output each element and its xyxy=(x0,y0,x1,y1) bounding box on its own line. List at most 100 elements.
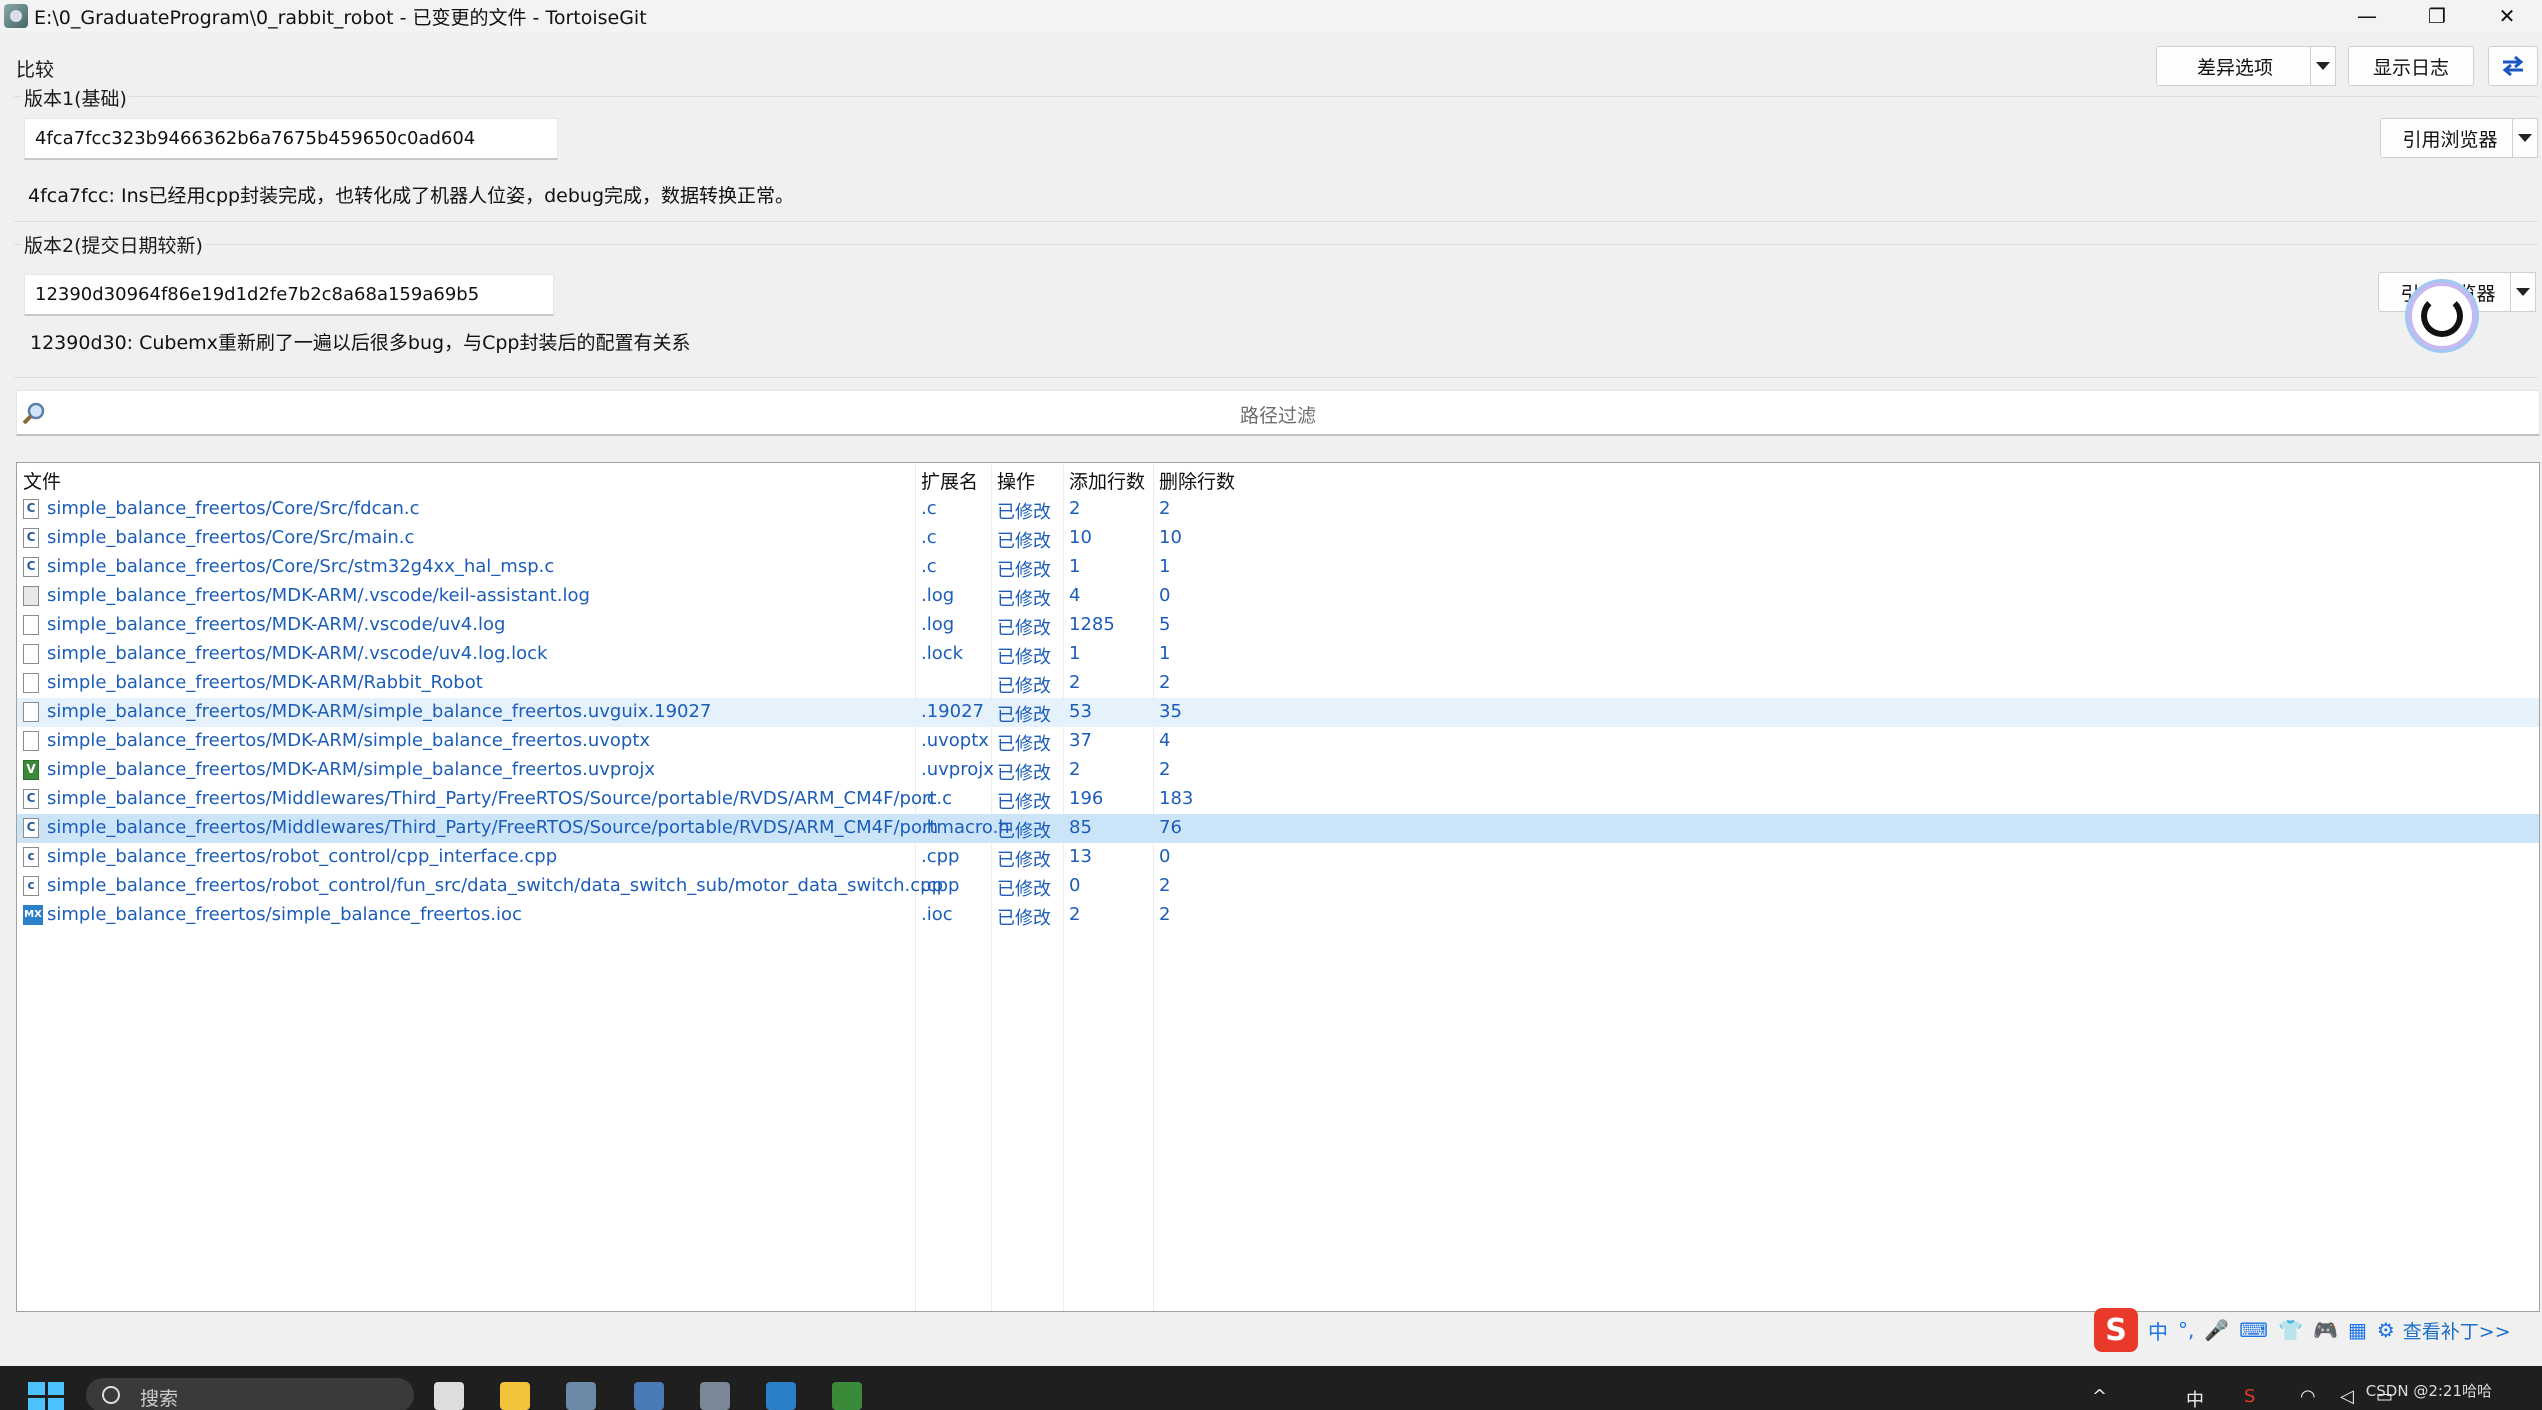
view-patch-link[interactable]: 查看补丁>> xyxy=(2403,1317,2511,1344)
cell-file: simple_balance_freertos/robot_control/cp… xyxy=(47,846,558,867)
file-type-icon: C xyxy=(23,818,39,838)
ime-toolbox-icon[interactable]: ▦ xyxy=(2348,1318,2367,1342)
table-row[interactable]: simple_balance_freertos/MDK-ARM/Rabbit_R… xyxy=(17,669,2539,698)
cell-action: 已修改 xyxy=(997,705,1051,726)
task-view-icon[interactable] xyxy=(434,1382,464,1410)
cell-deleted: 2 xyxy=(1159,672,1171,693)
cell-ext: .uvprojx xyxy=(921,759,994,780)
header-lines-deleted[interactable]: 删除行数 xyxy=(1159,467,1235,494)
tortoisegit-taskbar-icon[interactable] xyxy=(566,1382,596,1410)
cell-added: 53 xyxy=(1069,701,1092,722)
ime-chinese-mode[interactable]: 中 xyxy=(2148,1316,2168,1345)
cell-action: 已修改 xyxy=(997,908,1051,929)
cell-deleted: 2 xyxy=(1159,498,1171,519)
cell-file: simple_balance_freertos/Middlewares/Thir… xyxy=(47,817,1010,838)
cell-file: simple_balance_freertos/simple_balance_f… xyxy=(47,904,522,925)
table-row[interactable]: Csimple_balance_freertos/Middlewares/Thi… xyxy=(17,785,2539,814)
cell-action: 已修改 xyxy=(997,792,1051,813)
changed-files-list[interactable]: 文件 扩展名 操作 添加行数 删除行数 Csimple_balance_free… xyxy=(16,462,2540,1312)
cell-file: simple_balance_freertos/Core/Src/main.c xyxy=(47,527,415,548)
cell-added: 1285 xyxy=(1069,614,1115,635)
tray-sogou-icon[interactable]: S xyxy=(2244,1386,2255,1407)
table-row[interactable]: c simple_balance_freertos/robot_control/c… xyxy=(17,843,2539,872)
tortoisegit-icon xyxy=(4,4,28,28)
cell-deleted: 2 xyxy=(1159,875,1171,896)
path-filter-placeholder: 路径过滤 xyxy=(1239,405,1316,427)
close-button[interactable]: ✕ xyxy=(2472,0,2542,32)
taskbar: 搜索 ^ 中 S ◠ ◁ ▭ CSDN @2:21哈哈 xyxy=(0,1366,2542,1410)
list-header: 文件 扩展名 操作 添加行数 删除行数 xyxy=(17,463,2539,493)
version1-title: 版本1(基础) xyxy=(22,84,129,111)
cell-deleted: 5 xyxy=(1159,614,1171,635)
header-lines-added[interactable]: 添加行数 xyxy=(1069,467,1145,494)
diff-options-dropdown-icon[interactable] xyxy=(2310,46,2336,86)
cell-ext: .c xyxy=(921,498,937,519)
wifi-icon[interactable]: ◠ xyxy=(2300,1386,2316,1407)
version1-ref-browser-dropdown-icon[interactable] xyxy=(2512,118,2538,158)
ime-keyboard-icon[interactable]: ⌨ xyxy=(2239,1318,2268,1342)
show-log-button[interactable]: 显示日志 xyxy=(2348,46,2474,86)
ime-skin-icon[interactable]: 👕 xyxy=(2278,1318,2303,1342)
cell-added: 10 xyxy=(1069,527,1092,548)
taskbar-search[interactable]: 搜索 xyxy=(86,1378,414,1410)
table-row[interactable]: simple_balance_freertos/MDK-ARM/simple_b… xyxy=(17,698,2539,727)
version1-hash-input[interactable] xyxy=(24,118,558,160)
file-type-icon: V xyxy=(23,760,39,780)
ime-game-icon[interactable]: 🎮 xyxy=(2313,1318,2338,1342)
windows-start-icon[interactable] xyxy=(28,1382,64,1410)
header-file[interactable]: 文件 xyxy=(23,467,61,494)
header-extension[interactable]: 扩展名 xyxy=(921,467,978,494)
cell-deleted: 1 xyxy=(1159,556,1171,577)
volume-icon[interactable]: ◁ xyxy=(2340,1386,2354,1407)
cell-action: 已修改 xyxy=(997,676,1051,697)
cell-ext: .19027 xyxy=(921,701,984,722)
floating-assistant-icon[interactable] xyxy=(2408,282,2476,350)
table-row[interactable]: simple_balance_freertos/MDK-ARM/simple_b… xyxy=(17,727,2539,756)
cell-deleted: 4 xyxy=(1159,730,1171,751)
file-type-icon xyxy=(23,644,39,664)
ime-microphone-icon[interactable]: 🎤 xyxy=(2204,1318,2229,1342)
table-row[interactable]: Csimple_balance_freertos/Core/Src/stm32g… xyxy=(17,553,2539,582)
settings-icon[interactable] xyxy=(700,1382,730,1410)
table-row[interactable]: Csimple_balance_freertos/Middlewares/Thi… xyxy=(17,814,2539,843)
restore-button[interactable]: ❐ xyxy=(2402,0,2472,32)
table-row[interactable]: MX simple_balance_freertos/simple_balance… xyxy=(17,901,2539,930)
cell-deleted: 2 xyxy=(1159,904,1171,925)
ime-punctuation-icon[interactable]: °, xyxy=(2178,1318,2194,1342)
table-row[interactable]: simple_balance_freertos/MDK-ARM/.vscode/… xyxy=(17,582,2539,611)
cell-file: simple_balance_freertos/MDK-ARM/.vscode/… xyxy=(47,585,590,606)
file-type-icon: c xyxy=(23,847,39,867)
header-action[interactable]: 操作 xyxy=(997,467,1035,494)
stm32cubemx-icon[interactable] xyxy=(766,1382,796,1410)
title-bar: E:\0_GraduateProgram\0_rabbit_robot - 已变… xyxy=(0,0,2542,32)
file-explorer-icon[interactable] xyxy=(500,1382,530,1410)
version1-ref-browser-button[interactable]: 引用浏览器 xyxy=(2380,118,2520,158)
table-row[interactable]: simple_balance_freertos/MDK-ARM/.vscode/… xyxy=(17,640,2539,669)
cell-added: 13 xyxy=(1069,846,1092,867)
ime-settings-icon[interactable]: ⚙ xyxy=(2377,1318,2395,1342)
calculator-icon[interactable] xyxy=(634,1382,664,1410)
diff-options-button[interactable]: 差异选项 xyxy=(2156,46,2314,86)
keil-icon[interactable] xyxy=(832,1382,862,1410)
file-type-icon: C xyxy=(23,499,39,519)
table-row[interactable]: simple_balance_freertos/MDK-ARM/.vscode/… xyxy=(17,611,2539,640)
tray-language[interactable]: 中 xyxy=(2186,1386,2204,1410)
sogou-logo-icon[interactable]: S xyxy=(2094,1308,2138,1352)
file-type-icon xyxy=(23,586,39,606)
cell-action: 已修改 xyxy=(997,618,1051,639)
version2-hash-input[interactable] xyxy=(24,274,554,316)
swap-versions-button[interactable] xyxy=(2488,46,2538,86)
tray-chevron-icon[interactable]: ^ xyxy=(2092,1386,2107,1407)
table-row[interactable]: Csimple_balance_freertos/Core/Src/main.c… xyxy=(17,524,2539,553)
table-row[interactable]: Vsimple_balance_freertos/MDK-ARM/simple_… xyxy=(17,756,2539,785)
cell-ext: .cpp xyxy=(921,875,960,896)
file-type-icon xyxy=(23,702,39,722)
path-filter[interactable]: 路径过滤 xyxy=(16,390,2540,436)
table-row[interactable]: c simple_balance_freertos/robot_control/f… xyxy=(17,872,2539,901)
version2-ref-browser-dropdown-icon[interactable] xyxy=(2510,272,2536,312)
minimize-button[interactable]: — xyxy=(2332,0,2402,32)
cell-added: 2 xyxy=(1069,759,1081,780)
cell-file: simple_balance_freertos/Middlewares/Thir… xyxy=(47,788,953,809)
table-row[interactable]: Csimple_balance_freertos/Core/Src/fdcan.… xyxy=(17,495,2539,524)
cell-deleted: 0 xyxy=(1159,585,1171,606)
